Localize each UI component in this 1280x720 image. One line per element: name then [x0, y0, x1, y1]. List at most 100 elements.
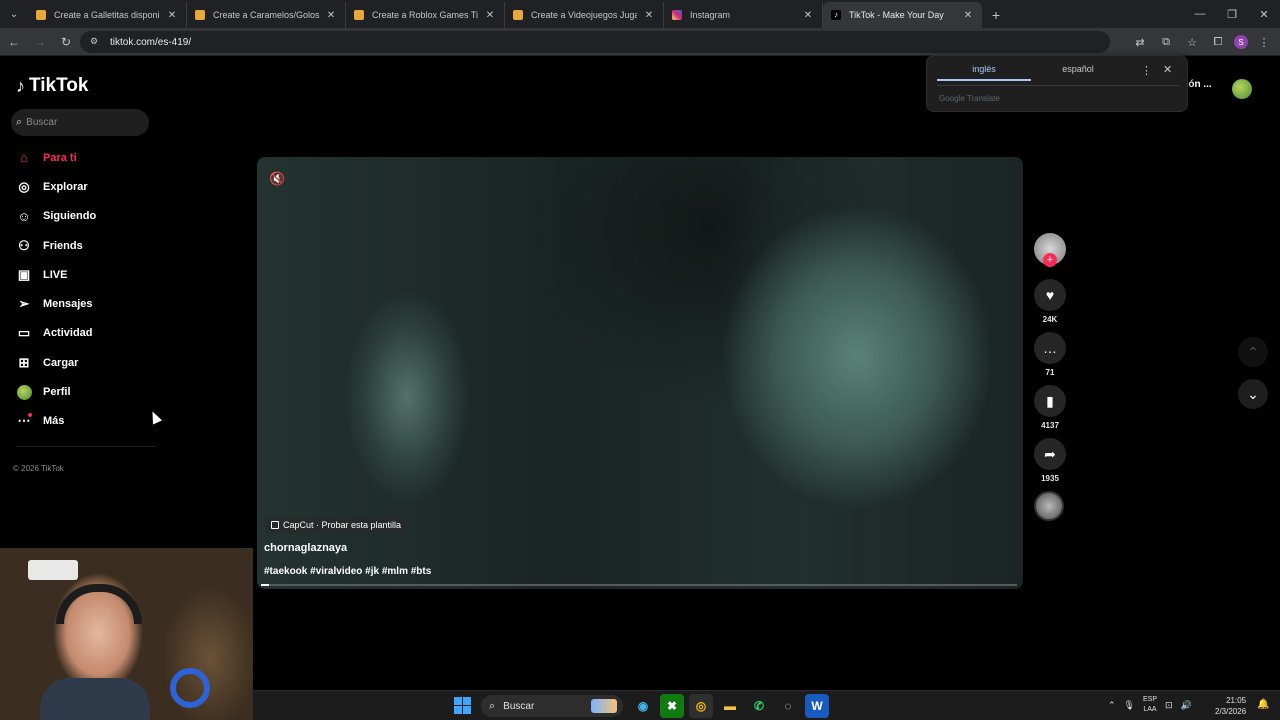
- browser-tab[interactable]: Create a Roblox Games Tier List ✕: [346, 2, 505, 28]
- close-window-icon[interactable]: ✕: [1248, 0, 1280, 28]
- creator-avatar[interactable]: +: [1034, 233, 1066, 267]
- volume-icon[interactable]: 🔊: [1181, 700, 1192, 711]
- tab-close-icon[interactable]: ✕: [643, 10, 655, 21]
- browser-tab[interactable]: Instagram ✕: [664, 2, 823, 28]
- whatsapp-icon[interactable]: ✆: [747, 694, 771, 718]
- video-player[interactable]: 🔇 CapCut · Probar esta plantilla chornag…: [257, 157, 1023, 589]
- windows-start-icon[interactable]: [454, 697, 471, 714]
- tab-close-icon[interactable]: ✕: [166, 10, 178, 21]
- tab-label: TikTok - Make Your Day: [849, 10, 944, 20]
- address-bar[interactable]: ⚙ tiktok.com/es-419/: [80, 31, 1110, 53]
- forward-icon[interactable]: →: [28, 30, 52, 54]
- sidebar-item-actividad[interactable]: ▭ Actividad: [16, 319, 96, 348]
- browser-toolbar: ← → ↻ ⚙ tiktok.com/es-419/ ⇄ ⧉ ☆ ⧠ S ⋮: [0, 28, 1280, 56]
- browser-tab[interactable]: Create a Galletitas disponibles ✕: [28, 2, 187, 28]
- profile-avatar[interactable]: S: [1234, 35, 1248, 49]
- sidebar-divider: [16, 446, 156, 447]
- tab-label: Instagram: [690, 10, 731, 20]
- restore-icon[interactable]: ❐: [1216, 0, 1248, 28]
- browser-menu-icon[interactable]: ⋮: [1254, 32, 1274, 52]
- save-count: 4137: [1041, 421, 1059, 430]
- translate-brand: Google Translate: [939, 94, 1000, 103]
- reload-icon[interactable]: ↻: [54, 30, 78, 54]
- taskbar-clock[interactable]: 21:05 2/3/2026: [1215, 695, 1246, 717]
- messages-icon: ➢: [18, 296, 30, 312]
- tab-favicon-icon: [354, 10, 364, 20]
- tab-label: Create a Caramelos/Golosinas: [213, 10, 319, 20]
- sidebar-item-mensajes[interactable]: ➢ Mensajes: [16, 289, 96, 318]
- tab-label: Create a Roblox Games Tier List: [372, 10, 478, 20]
- tab-close-icon[interactable]: ✕: [802, 10, 814, 21]
- app-icon[interactable]: ◌: [776, 694, 800, 718]
- music-disc-icon[interactable]: [1034, 491, 1064, 521]
- microphone-icon[interactable]: 🎙: [1124, 700, 1135, 711]
- share-action: ➦ 1935: [1034, 438, 1066, 483]
- translate-close-icon[interactable]: ✕: [1163, 63, 1172, 76]
- word-icon[interactable]: W: [805, 694, 829, 718]
- tray-chevron-icon[interactable]: ⌃: [1108, 700, 1116, 711]
- mute-icon[interactable]: 🔇: [269, 171, 287, 187]
- taskbar-search[interactable]: ⌕ Buscar: [481, 695, 623, 717]
- sidebar-nav: ⌂ Para ti ◎ Explorar ☺ Siguiendo ⚇ Frien…: [16, 143, 96, 436]
- minimize-icon[interactable]: —: [1184, 0, 1216, 28]
- chrome-icon[interactable]: ◎: [689, 694, 713, 718]
- tab-favicon-icon: [36, 10, 46, 20]
- tab-search-icon[interactable]: ⌄: [0, 0, 28, 28]
- comment-action: … 71: [1034, 332, 1066, 377]
- edge-icon[interactable]: ◉: [631, 694, 655, 718]
- translate-divider: [937, 85, 1179, 86]
- search-input[interactable]: ⌕ Buscar: [11, 109, 149, 136]
- sidebar-item-cargar[interactable]: ⊞ Cargar: [16, 348, 96, 377]
- next-video-button[interactable]: ⌄: [1238, 379, 1268, 409]
- file-explorer-icon[interactable]: ▬: [718, 694, 742, 718]
- tab-close-icon[interactable]: ✕: [325, 10, 337, 21]
- video-author[interactable]: chornaglaznaya: [264, 542, 347, 554]
- copyright-text: © 2026 TikTok: [13, 464, 64, 473]
- translate-icon[interactable]: ⇄: [1130, 32, 1150, 52]
- new-tab-icon[interactable]: +: [982, 2, 1010, 28]
- notification-bell-icon[interactable]: 🔔: [1257, 699, 1269, 710]
- sidebar-item-friends[interactable]: ⚇ Friends: [16, 231, 96, 260]
- video-progress-fill: [261, 584, 269, 586]
- video-progress-bar[interactable]: [261, 584, 1017, 586]
- sidebar-item-explorar[interactable]: ◎ Explorar: [16, 172, 96, 201]
- heart-icon[interactable]: ♥: [1034, 279, 1066, 311]
- tab-close-icon[interactable]: ✕: [484, 10, 496, 21]
- bookmark-icon[interactable]: ▮: [1034, 385, 1066, 417]
- comment-icon[interactable]: …: [1034, 332, 1066, 364]
- capcut-template-link[interactable]: CapCut · Probar esta plantilla: [265, 516, 408, 534]
- user-avatar[interactable]: [1232, 79, 1252, 99]
- translate-lang-target[interactable]: español: [1031, 64, 1125, 81]
- extensions-icon[interactable]: ⧠: [1208, 32, 1228, 52]
- tiktok-logo[interactable]: ♪ TikTok: [16, 75, 88, 97]
- sidebar-item-live[interactable]: ▣ LIVE: [16, 260, 96, 289]
- browser-tab-active[interactable]: ♪ TikTok - Make Your Day ✕: [823, 2, 982, 28]
- back-icon[interactable]: ←: [2, 30, 26, 54]
- install-app-icon[interactable]: ⧉: [1156, 32, 1176, 52]
- like-count: 24K: [1042, 315, 1058, 324]
- tab-close-icon[interactable]: ✕: [962, 10, 974, 21]
- xbox-icon[interactable]: ✖: [660, 694, 684, 718]
- translate-more-icon[interactable]: ⋮: [1141, 64, 1152, 77]
- url-text: tiktok.com/es-419/: [110, 36, 192, 48]
- browser-tab[interactable]: Create a Caramelos/Golosinas ✕: [187, 2, 346, 28]
- site-info-icon[interactable]: ⚙: [90, 36, 102, 48]
- follow-plus-icon[interactable]: +: [1043, 253, 1057, 267]
- sidebar-item-para-ti[interactable]: ⌂ Para ti: [16, 143, 96, 172]
- capcut-icon: [271, 521, 279, 529]
- sidebar-item-siguiendo[interactable]: ☺ Siguiendo: [16, 202, 96, 231]
- webcam-background-object: [28, 560, 78, 580]
- system-tray: ⌃ 🎙 ESP LAA ⊡ 🔊: [1108, 695, 1192, 715]
- translate-lang-source[interactable]: inglés: [937, 64, 1031, 81]
- network-icon[interactable]: ⊡: [1165, 700, 1173, 711]
- sidebar-item-label: Mensajes: [43, 298, 93, 311]
- previous-video-button[interactable]: ⌃: [1238, 337, 1268, 367]
- bookmark-star-icon[interactable]: ☆: [1182, 32, 1202, 52]
- browser-tab[interactable]: Create a Videojuegos Jugados ✕: [505, 2, 664, 28]
- video-hashtags[interactable]: #taekook #viralvideo #jk #mlm #bts: [264, 566, 431, 577]
- language-indicator[interactable]: ESP LAA: [1143, 695, 1157, 715]
- upload-icon: ⊞: [18, 354, 30, 370]
- sidebar-item-mas[interactable]: ⋯ Más: [16, 407, 96, 436]
- share-icon[interactable]: ➦: [1034, 438, 1066, 470]
- sidebar-item-perfil[interactable]: Perfil: [16, 377, 96, 406]
